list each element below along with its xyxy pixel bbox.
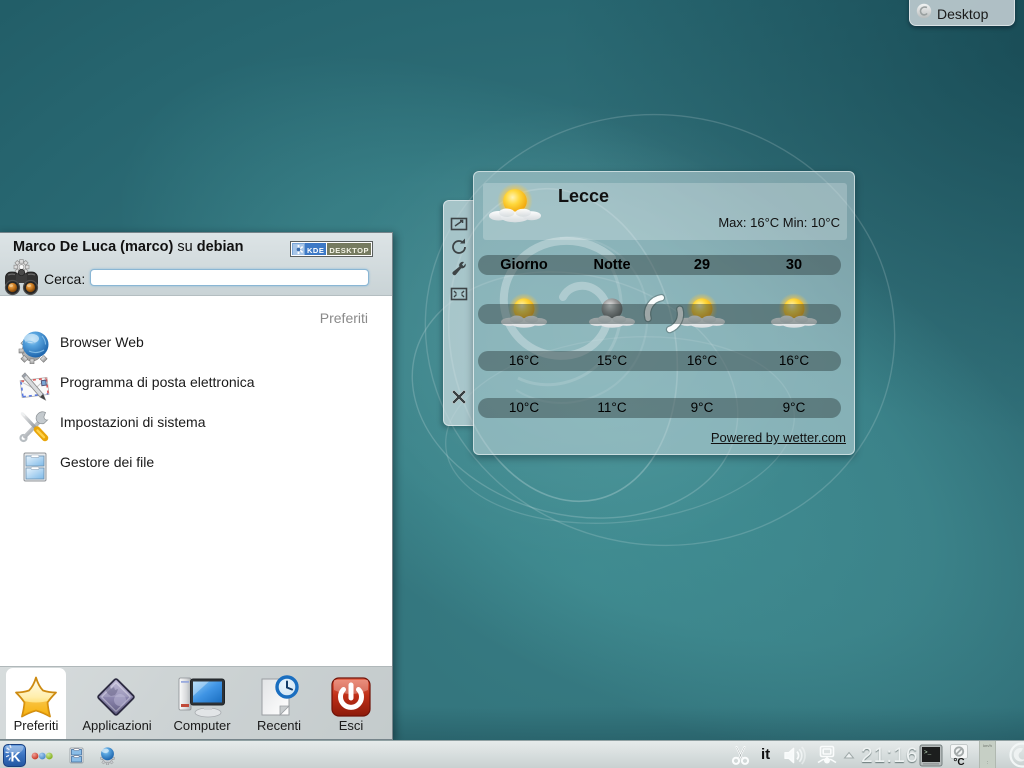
svg-text:K: K — [10, 749, 20, 765]
svg-text:>_: >_ — [924, 749, 932, 756]
